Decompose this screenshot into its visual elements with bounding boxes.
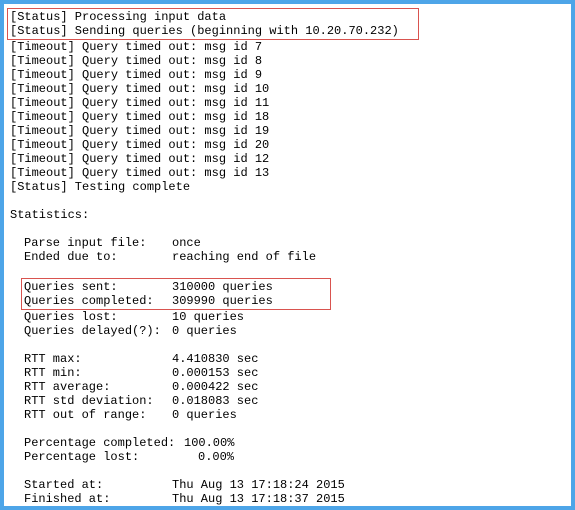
stat-value: 0.00% <box>198 450 234 464</box>
stat-finished: Finished at:Thu Aug 13 17:18:37 2015 <box>24 492 565 506</box>
stats-group-pct: Percentage completed:100.00% Percentage … <box>10 436 565 464</box>
highlight-queries-block: Queries sent:310000 queries Queries comp… <box>21 278 331 310</box>
stat-rtt-oor: RTT out of range:0 queries <box>24 408 565 422</box>
stat-label: RTT average: <box>24 380 172 394</box>
stat-label: Finished at: <box>24 492 172 506</box>
stat-rtt-max: RTT max:4.410830 sec <box>24 352 565 366</box>
stat-label: RTT max: <box>24 352 172 366</box>
timeout-line: [Timeout] Query timed out: msg id 10 <box>10 82 565 96</box>
stat-label: Ended due to: <box>24 250 172 264</box>
stat-pct-complete: Percentage completed:100.00% <box>24 436 565 450</box>
stat-value: 0.000422 sec <box>172 380 258 394</box>
stat-queries-lost: Queries lost:10 queries <box>24 310 565 324</box>
timeout-line: [Timeout] Query timed out: msg id 13 <box>10 166 565 180</box>
stat-value: 310000 queries <box>172 280 273 294</box>
stat-queries-delayed: Queries delayed(?):0 queries <box>24 324 565 338</box>
stat-value: 0.018083 sec <box>172 394 258 408</box>
stat-label: Queries lost: <box>24 310 172 324</box>
stat-value: Thu Aug 13 17:18:37 2015 <box>172 492 345 506</box>
stat-value: 0.000153 sec <box>172 366 258 380</box>
stat-value: reaching end of file <box>172 250 316 264</box>
status-line: [Status] Processing input data <box>10 10 416 24</box>
stat-label: Queries delayed(?): <box>24 324 172 338</box>
stat-label: Started at: <box>24 478 172 492</box>
stat-value: once <box>172 236 201 250</box>
highlight-status-block: [Status] Processing input data [Status] … <box>7 8 419 40</box>
stat-label: RTT out of range: <box>24 408 172 422</box>
timeout-line: [Timeout] Query timed out: msg id 20 <box>10 138 565 152</box>
stat-value: 0 queries <box>172 324 237 338</box>
console-output: [Status] Processing input data [Status] … <box>4 4 571 506</box>
status-complete-line: [Status] Testing complete <box>10 180 565 194</box>
stat-value: 10 queries <box>172 310 244 324</box>
timeout-line: [Timeout] Query timed out: msg id 12 <box>10 152 565 166</box>
stat-pct-lost: Percentage lost:0.00% <box>24 450 565 464</box>
stat-label: Percentage lost: <box>24 450 198 464</box>
stat-rtt-avg: RTT average:0.000422 sec <box>24 380 565 394</box>
stat-value: 100.00% <box>184 436 234 450</box>
stats-group-input: Parse input file:once Ended due to:reach… <box>10 236 565 264</box>
timeout-line: [Timeout] Query timed out: msg id 18 <box>10 110 565 124</box>
stat-label: RTT min: <box>24 366 172 380</box>
timeout-line: [Timeout] Query timed out: msg id 9 <box>10 68 565 82</box>
stat-ended-due: Ended due to:reaching end of file <box>24 250 565 264</box>
timeout-line: [Timeout] Query timed out: msg id 7 <box>10 40 565 54</box>
stat-value: 0 queries <box>172 408 237 422</box>
stat-label: RTT std deviation: <box>24 394 172 408</box>
stat-value: 4.410830 sec <box>172 352 258 366</box>
stat-rtt-std: RTT std deviation:0.018083 sec <box>24 394 565 408</box>
stats-group-time: Started at:Thu Aug 13 17:18:24 2015 Fini… <box>10 478 565 506</box>
timeout-line: [Timeout] Query timed out: msg id 8 <box>10 54 565 68</box>
status-line: [Status] Sending queries (beginning with… <box>10 24 416 38</box>
timeout-line: [Timeout] Query timed out: msg id 19 <box>10 124 565 138</box>
stat-parse-input: Parse input file:once <box>24 236 565 250</box>
stat-label: Queries sent: <box>24 280 172 294</box>
stats-group-rtt: RTT max:4.410830 sec RTT min:0.000153 se… <box>10 352 565 422</box>
stat-value: Thu Aug 13 17:18:24 2015 <box>172 478 345 492</box>
stat-queries-completed: Queries completed:309990 queries <box>24 294 328 308</box>
statistics-header: Statistics: <box>10 208 565 222</box>
timeout-line: [Timeout] Query timed out: msg id 11 <box>10 96 565 110</box>
stat-started: Started at:Thu Aug 13 17:18:24 2015 <box>24 478 565 492</box>
stat-label: Queries completed: <box>24 294 172 308</box>
stat-queries-sent: Queries sent:310000 queries <box>24 280 328 294</box>
stat-rtt-min: RTT min:0.000153 sec <box>24 366 565 380</box>
stat-label: Percentage completed: <box>24 436 184 450</box>
stat-value: 309990 queries <box>172 294 273 308</box>
stat-label: Parse input file: <box>24 236 172 250</box>
